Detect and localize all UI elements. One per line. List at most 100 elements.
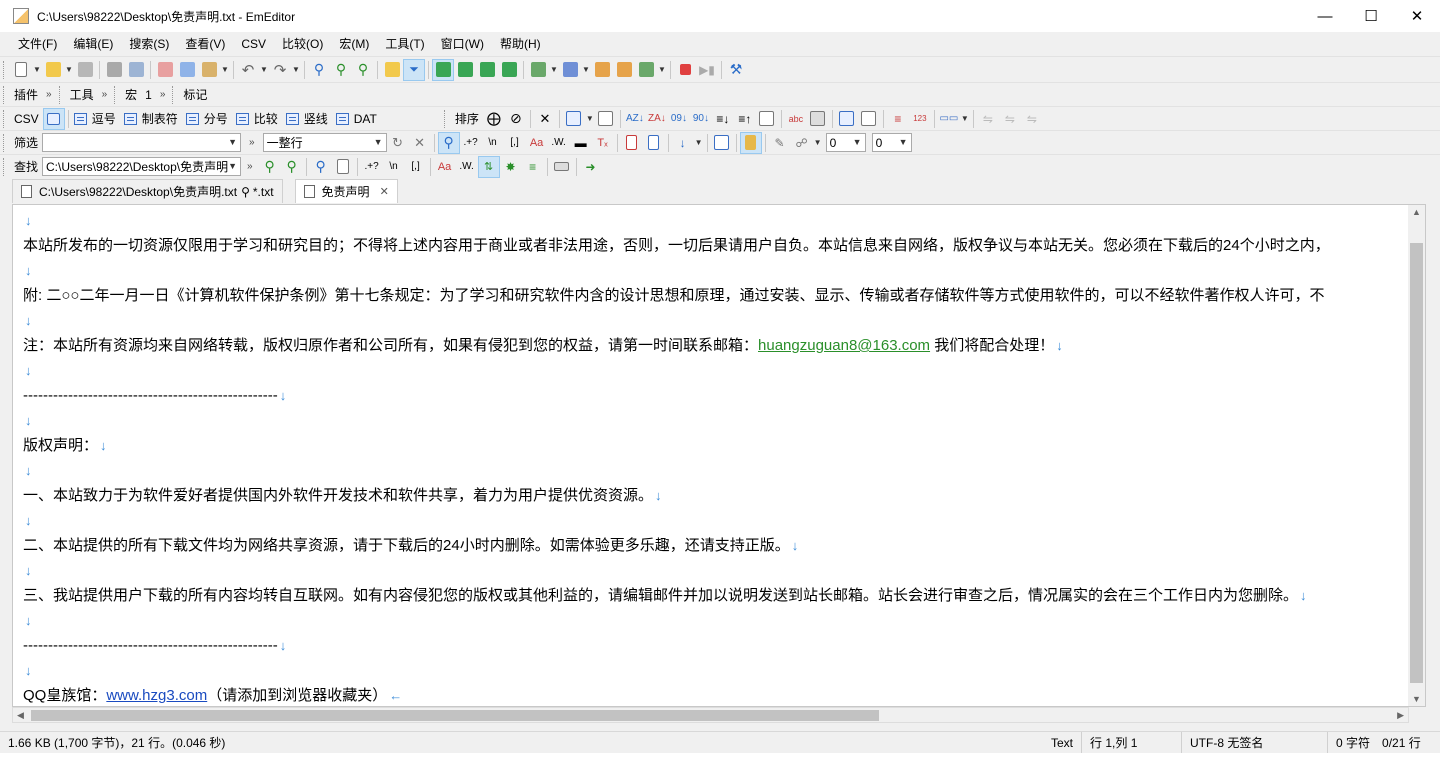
status-position[interactable]: 行 1,列 1 (1082, 731, 1183, 754)
configuration-dropdown-icon[interactable]: ▼ (549, 59, 559, 81)
document-icon[interactable] (643, 132, 665, 154)
no-sort-icon[interactable]: ⊘ (505, 108, 527, 130)
properties-icon[interactable] (591, 59, 613, 81)
marks-toolbar-label[interactable]: 标记 (179, 86, 211, 103)
arrow-down-icon[interactable]: ↓ (672, 132, 694, 154)
save-icon[interactable] (74, 59, 96, 81)
find-in-files-icon[interactable] (381, 59, 403, 81)
cut-icon[interactable] (154, 59, 176, 81)
find-prev-button-icon[interactable]: ⚲ (281, 156, 303, 178)
find-escape-icon[interactable]: \n (383, 156, 405, 178)
refresh-icon[interactable]: ↻ (387, 132, 409, 154)
number-dropdown-icon-1[interactable]: ▼ (853, 137, 862, 147)
scroll-left-icon[interactable]: ◀ (17, 708, 24, 722)
text-line[interactable]: 三、我站提供用户下载的所有内容均转自互联网。如有内容侵犯您的版权或其他利益的，请… (23, 583, 1409, 608)
filter-input[interactable]: ▼ (42, 133, 242, 152)
vertical-bar-button[interactable]: 竖线 (284, 108, 334, 130)
undo-dropdown-icon[interactable]: ▼ (259, 59, 269, 81)
add-column-icon[interactable]: ⨁ (483, 108, 505, 130)
text-line[interactable]: 二、本站提供的所有下载文件均为网络共享资源，请于下载后的24小时内删除。如需体验… (23, 533, 1409, 558)
encoding-icon[interactable] (559, 59, 581, 81)
plugin-tool-icon[interactable]: ⚒ (725, 59, 747, 81)
text-line[interactable]: ↓ (23, 508, 1409, 533)
find-match-case-icon[interactable]: Aa (434, 156, 456, 178)
configuration-icon[interactable] (527, 59, 549, 81)
find-input[interactable]: C:\Users\98222\Desktop\免责声明 ▼ (42, 157, 242, 176)
open-dropdown-icon[interactable]: ▼ (64, 59, 74, 81)
paste-icon[interactable] (198, 59, 220, 81)
sort-length-icon[interactable]: ≡↓ (712, 108, 734, 130)
wrench-icon[interactable]: ✕ (534, 108, 556, 130)
wrap-window-icon[interactable] (498, 59, 520, 81)
all-properties-icon[interactable] (613, 59, 635, 81)
email-link[interactable]: huangzuguan8@163.com (758, 337, 930, 354)
sort-button[interactable]: 排序 (451, 110, 483, 127)
find-go-icon[interactable]: ➜ (580, 156, 602, 178)
dat-button[interactable]: DAT (334, 108, 383, 130)
print-preview-icon[interactable] (125, 59, 147, 81)
macro-toolbar-label[interactable]: 宏 (121, 86, 141, 103)
text-line[interactable]: 附: 二○○二年一月一日《计算机软件保护条例》第十七条规定：为了学习和研究软件内… (23, 283, 1409, 308)
horizontal-scrollbar[interactable]: ◀ ▶ (12, 707, 1409, 723)
menu-csv[interactable]: CSV (233, 32, 274, 56)
semicolon-button[interactable]: 分号 (184, 108, 234, 130)
filter-dropdown-icon[interactable]: ▼ (228, 137, 237, 147)
format-painter-icon[interactable]: ✎ (769, 132, 791, 154)
menu-view[interactable]: 查看(V) (177, 32, 233, 56)
sort-az-icon[interactable]: AZ↓ (624, 108, 646, 130)
scroll-down-icon[interactable]: ▼ (1412, 694, 1421, 704)
csv-grid-icon[interactable] (42, 107, 65, 130)
new-dropdown-icon[interactable]: ▼ (32, 59, 42, 81)
find-whole-word-icon[interactable]: .W. (456, 156, 478, 178)
arrow-down-dropdown-icon[interactable]: ▼ (694, 132, 704, 154)
vertical-scrollbar[interactable]: ▲ ▼ (1408, 205, 1425, 706)
tools-chevron-icon[interactable]: » (102, 89, 108, 100)
sort-za-icon[interactable]: ZA↓ (646, 108, 668, 130)
window-icon[interactable] (711, 132, 733, 154)
copy-icon[interactable] (176, 59, 198, 81)
find-panel-icon[interactable] (551, 156, 573, 178)
table-icon[interactable] (595, 108, 617, 130)
record-macro-icon[interactable] (674, 59, 696, 81)
toolbar-grip[interactable] (3, 85, 6, 104)
find-wrap-icon[interactable]: ⇅ (477, 155, 500, 178)
paste-dropdown-icon[interactable]: ▼ (220, 59, 230, 81)
open-folder-icon[interactable] (42, 59, 64, 81)
menu-compare[interactable]: 比较(O) (274, 32, 331, 56)
find-bracket-icon[interactable]: [,] (405, 156, 427, 178)
move-icon[interactable]: ⇋ (1021, 108, 1043, 130)
bracket-icon[interactable]: [,] (504, 132, 526, 154)
text-line[interactable]: QQ皇族馆：www.hzg3.com（请添加到浏览器收藏夹） ← (23, 683, 1409, 706)
panel-icon[interactable] (836, 108, 858, 130)
minimize-button[interactable]: — (1302, 0, 1348, 32)
find-next-icon[interactable]: ⚲ (330, 59, 352, 81)
toolbar-grip[interactable] (3, 60, 6, 79)
tools-toolbar-label[interactable]: 工具 (66, 86, 98, 103)
customize-icon[interactable] (635, 59, 657, 81)
status-mode[interactable]: Text (1043, 731, 1083, 754)
menu-macro[interactable]: 宏(M) (331, 32, 377, 56)
find-next-button-icon[interactable]: ⚲ (259, 156, 281, 178)
link-dropdown-icon[interactable]: ▼ (813, 132, 823, 154)
menu-help[interactable]: 帮助(H) (492, 32, 549, 56)
spell-check-icon[interactable]: abc (785, 108, 807, 130)
filter-number-select-2[interactable]: 0 ▼ (871, 133, 912, 152)
close-button[interactable]: ✕ (1394, 0, 1440, 32)
text-line[interactable]: ----------------------------------------… (23, 633, 1409, 658)
wrap-none-icon[interactable] (476, 59, 498, 81)
reverse-icon[interactable] (756, 108, 778, 130)
menu-file[interactable]: 文件(F) (10, 32, 65, 56)
text-line[interactable]: 一、本站致力于为软件爱好者提供国内外软件开发技术和软件共享，着力为用户提供优资资… (23, 483, 1409, 508)
menu-edit[interactable]: 编辑(E) (65, 32, 121, 56)
find-dropdown-icon[interactable]: ▼ (228, 161, 238, 171)
tab-disclaimer[interactable]: 免责声明 ✕ (294, 179, 398, 203)
status-encoding[interactable]: UTF-8 无签名 (1182, 731, 1329, 754)
horizontal-scroll-thumb[interactable] (31, 710, 879, 721)
text-line[interactable]: ↓ (23, 208, 1409, 233)
maximize-button[interactable]: ☐ (1348, 0, 1394, 32)
regex-icon[interactable]: .+? (460, 132, 482, 154)
customize-dropdown-icon[interactable]: ▼ (657, 59, 667, 81)
join-icon[interactable]: ⇋ (977, 108, 999, 130)
text-line[interactable]: ↓ (23, 658, 1409, 683)
toolbar-grip[interactable] (3, 133, 6, 152)
